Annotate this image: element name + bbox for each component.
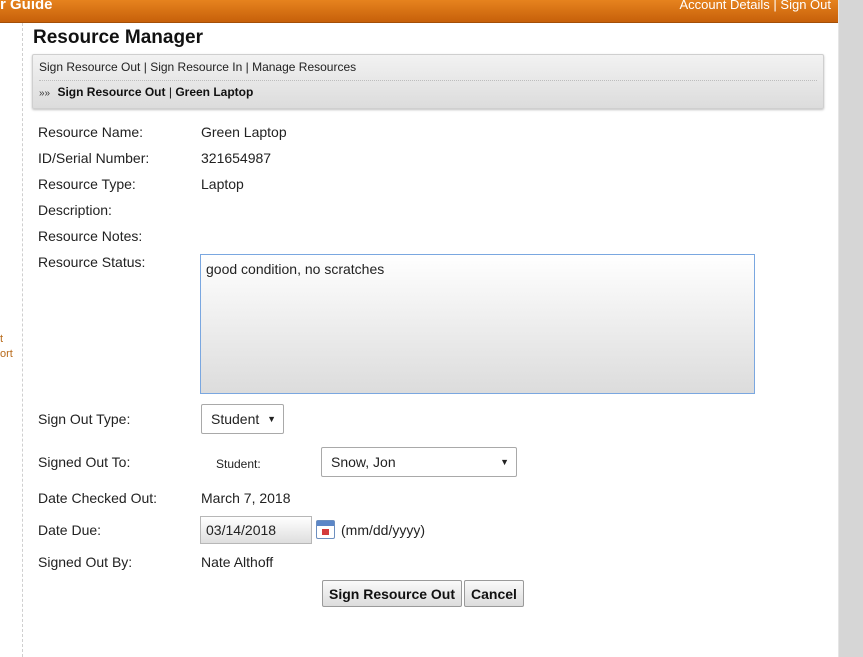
- nav-divider: [39, 80, 817, 81]
- signed-out-by-value: Nate Althoff: [201, 554, 274, 570]
- breadcrumb-section: Sign Resource Out: [57, 85, 166, 99]
- vertical-scrollbar[interactable]: [838, 0, 863, 657]
- description-label: Description:: [38, 202, 112, 218]
- resource-nav-box: Sign Resource Out | Sign Resource In | M…: [32, 54, 824, 109]
- breadcrumb: »» Sign Resource Out | Green Laptop: [39, 85, 253, 99]
- nav-separator: |: [245, 60, 249, 74]
- nav-sign-resource-out[interactable]: Sign Resource Out: [39, 60, 140, 74]
- top-bar: r Guide Account Details | Sign Out: [0, 0, 838, 23]
- nav-manage-resources[interactable]: Manage Resources: [252, 60, 356, 74]
- date-due-label: Date Due:: [38, 522, 102, 538]
- account-links: Account Details | Sign Out: [679, 0, 831, 12]
- date-checked-out-label: Date Checked Out:: [38, 490, 158, 506]
- breadcrumb-separator: |: [168, 85, 172, 99]
- student-select[interactable]: Snow, Jon ▼: [321, 447, 517, 477]
- serial-number-label: ID/Serial Number:: [38, 150, 150, 166]
- sidebar-link-fragment[interactable]: t: [0, 333, 3, 345]
- sign-out-type-select[interactable]: Student ▼: [201, 404, 284, 434]
- resource-status-label: Resource Status:: [38, 254, 146, 270]
- resource-name-label: Resource Name:: [38, 124, 144, 140]
- sign-resource-out-button[interactable]: Sign Resource Out: [322, 580, 463, 607]
- resource-notes-label: Resource Notes:: [38, 228, 143, 244]
- date-format-hint: (mm/dd/yyyy): [341, 522, 425, 538]
- scrollbar-thumb[interactable]: [839, 0, 863, 657]
- sign-out-link[interactable]: Sign Out: [780, 0, 831, 12]
- link-separator: |: [773, 0, 777, 12]
- resource-name-value: Green Laptop: [201, 124, 287, 140]
- student-select-value: Snow, Jon: [331, 454, 396, 470]
- nav-separator: |: [143, 60, 147, 74]
- chevron-down-icon: ▼: [267, 414, 276, 424]
- resource-nav-links: Sign Resource Out | Sign Resource In | M…: [39, 60, 356, 74]
- left-sidebar: t ort: [0, 23, 23, 657]
- calendar-icon-marker: [322, 529, 329, 535]
- serial-number-value: 321654987: [201, 150, 272, 166]
- resource-type-value: Laptop: [201, 176, 244, 192]
- resource-type-label: Resource Type:: [38, 176, 136, 192]
- resource-status-textarea[interactable]: good condition, no scratches: [200, 254, 755, 394]
- date-due-input[interactable]: 03/14/2018: [200, 516, 312, 544]
- page-title: Resource Manager: [33, 27, 204, 48]
- sign-out-type-value: Student: [211, 411, 260, 427]
- date-checked-out-value: March 7, 2018: [201, 490, 291, 506]
- calendar-icon-header: [317, 521, 334, 526]
- signed-out-to-label: Signed Out To:: [38, 454, 131, 470]
- sign-out-type-label: Sign Out Type:: [38, 411, 131, 427]
- sidebar-link-fragment[interactable]: ort: [0, 348, 13, 360]
- breadcrumb-item: Green Laptop: [175, 85, 254, 99]
- account-details-link[interactable]: Account Details: [679, 0, 769, 12]
- app-brand: r Guide: [0, 0, 53, 13]
- calendar-icon[interactable]: [316, 520, 335, 539]
- student-sub-label: Student:: [216, 457, 261, 471]
- chevron-down-icon: ▼: [500, 457, 509, 467]
- nav-sign-resource-in[interactable]: Sign Resource In: [150, 60, 242, 74]
- cancel-button[interactable]: Cancel: [464, 580, 524, 607]
- signed-out-by-label: Signed Out By:: [38, 554, 133, 570]
- breadcrumb-arrows-icon: »»: [39, 88, 51, 99]
